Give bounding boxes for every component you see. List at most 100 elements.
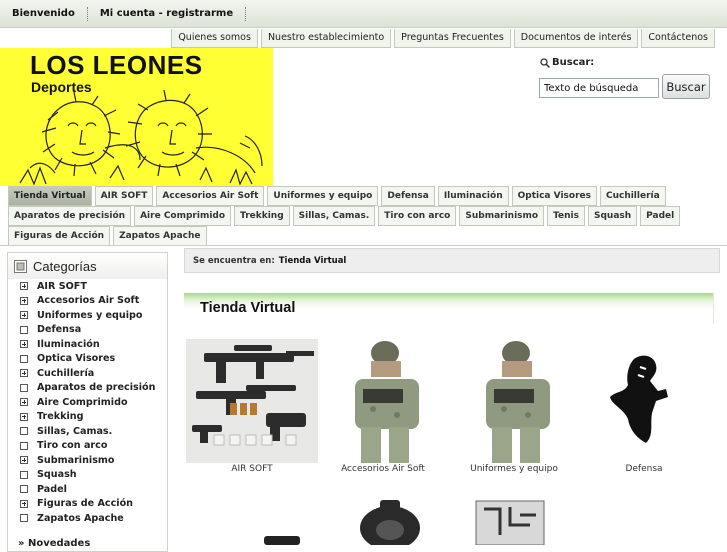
breadcrumb-current[interactable]: Tienda Virtual: [279, 256, 347, 266]
category-item[interactable]: Trekking: [20, 410, 167, 425]
nav-documentos[interactable]: Documentos de interés: [513, 29, 639, 48]
category-item[interactable]: Aparatos de precisión: [20, 381, 167, 396]
logo-title: LOS LEONES: [30, 50, 203, 80]
tab-tenis[interactable]: Tenis: [547, 206, 585, 226]
airsoft-guns-image: [186, 339, 318, 463]
sidebar-header: Categorías: [8, 253, 167, 279]
category-item[interactable]: Uniformes y equipo: [20, 308, 167, 323]
category-item[interactable]: AIR SOFT: [20, 279, 167, 294]
category-item[interactable]: Optica Visores: [20, 352, 167, 367]
bullet-box-icon: [20, 427, 28, 436]
search-label: Buscar:: [540, 57, 594, 68]
expand-icon[interactable]: [20, 398, 28, 407]
bullet-box-icon: [20, 441, 28, 450]
tab-padel[interactable]: Padel: [640, 206, 681, 226]
nav-faq[interactable]: Preguntas Frecuentes: [394, 29, 511, 48]
expand-icon[interactable]: [20, 296, 28, 305]
tab-trekking[interactable]: Trekking: [234, 206, 290, 226]
account-link[interactable]: Mi cuenta - registrarme: [88, 6, 245, 22]
category-item[interactable]: Cuchillería: [20, 366, 167, 381]
category-label: Zapatos Apache: [37, 512, 124, 524]
tab-optica-visores[interactable]: Optica Visores: [511, 186, 597, 206]
tab-tienda-virtual[interactable]: Tienda Virtual: [8, 186, 92, 206]
nav-contactenos[interactable]: Contáctenos: [641, 29, 715, 48]
expand-icon[interactable]: [20, 499, 28, 508]
chevron-right-icon: »: [18, 538, 25, 549]
category-item[interactable]: Figuras de Acción: [20, 497, 167, 512]
nav-establecimiento[interactable]: Nuestro establecimiento: [260, 29, 392, 48]
category-item[interactable]: Zapatos Apache: [20, 511, 167, 526]
logo-subtitle: Deportes: [31, 79, 92, 95]
page-heading: Tienda Virtual: [184, 293, 714, 324]
category-label: Aire Comprimido: [37, 396, 128, 408]
category-item[interactable]: Padel: [20, 482, 167, 497]
category-item[interactable]: Sillas, Camas.: [20, 424, 167, 439]
header-divider: [0, 245, 727, 246]
product-air-soft[interactable]: AIR SOFT: [186, 339, 318, 477]
product-defensa[interactable]: Defensa: [594, 339, 694, 477]
search-icon: [540, 57, 550, 68]
product-caption[interactable]: Defensa: [625, 464, 662, 474]
precision-device-image: [475, 500, 545, 545]
bullet-box-icon: [20, 485, 28, 494]
tab-submarinismo[interactable]: Submarinismo: [459, 206, 545, 226]
product-uniformes[interactable]: Uniformes y equipo: [464, 339, 564, 477]
category-item[interactable]: Accesorios Air Soft: [20, 294, 167, 309]
category-item[interactable]: Aire Comprimido: [20, 395, 167, 410]
welcome-link[interactable]: Bienvenido: [0, 6, 87, 22]
tab-figuras-accion[interactable]: Figuras de Acción: [8, 226, 111, 246]
category-icon: [14, 259, 27, 273]
expand-icon[interactable]: [20, 282, 28, 291]
category-item[interactable]: Defensa: [20, 323, 167, 338]
category-item[interactable]: Tiro con arco: [20, 439, 167, 454]
product-caption[interactable]: AIR SOFT: [231, 464, 272, 474]
sidebar-title: Categorías: [33, 258, 97, 274]
search-input[interactable]: [539, 78, 659, 98]
novedades-link[interactable]: » Novedades: [18, 538, 90, 549]
novedades-label: Novedades: [27, 538, 91, 549]
site-logo[interactable]: LOS LEONES Deportes: [0, 48, 273, 186]
product-accesorios-air-soft[interactable]: Accesorios Air Soft: [333, 339, 433, 477]
product-caption[interactable]: Uniformes y equipo: [470, 464, 558, 474]
tab-defensa[interactable]: Defensa: [381, 186, 435, 206]
category-label: Submarinismo: [37, 454, 115, 466]
tab-air-soft[interactable]: AIR SOFT: [94, 186, 154, 206]
search-label-text: Buscar:: [552, 57, 595, 68]
tab-cuchilleria[interactable]: Cuchillería: [599, 186, 666, 206]
breadcrumb-label: Se encuentra en:: [193, 255, 275, 266]
category-item[interactable]: Iluminación: [20, 337, 167, 352]
expand-icon[interactable]: [20, 412, 28, 421]
secondary-nav: Quienes somos Nuestro establecimiento Pr…: [168, 29, 715, 48]
category-item[interactable]: Submarinismo: [20, 453, 167, 468]
categories-sidebar: Categorías AIR SOFT Accesorios Air Soft Un…: [7, 252, 168, 552]
bullet-box-icon: [20, 383, 28, 392]
bullet-box-icon: [20, 514, 28, 523]
expand-icon[interactable]: [20, 456, 28, 465]
soldier-image: [333, 339, 433, 463]
tab-accesorios-air-soft[interactable]: Accesorios Air Soft: [156, 186, 265, 206]
tab-tiro-con-arco[interactable]: Tiro con arco: [378, 206, 457, 226]
category-label: Figuras de Acción: [37, 498, 134, 510]
category-label: Aparatos de precisión: [37, 382, 156, 394]
expand-icon[interactable]: [20, 311, 28, 320]
tab-aparatos-precision[interactable]: Aparatos de precisión: [8, 206, 132, 226]
tab-squash[interactable]: Squash: [587, 206, 638, 226]
product-caption[interactable]: Accesorios Air Soft: [341, 464, 425, 474]
tab-zapatos-apache[interactable]: Zapatos Apache: [113, 226, 207, 246]
tab-sillas-camas[interactable]: Sillas, Camas.: [292, 206, 376, 226]
tab-aire-comprimido[interactable]: Aire Comprimido: [134, 206, 232, 226]
breadcrumb: Se encuentra en: Tienda Virtual: [184, 248, 720, 273]
top-bar: Bienvenido Mi cuenta - registrarme: [0, 0, 727, 28]
category-item[interactable]: Squash: [20, 468, 167, 483]
top-separator: [245, 6, 247, 21]
bullet-box-icon: [20, 354, 28, 363]
nav-quienes-somos[interactable]: Quienes somos: [171, 29, 258, 48]
category-label: Iluminación: [37, 338, 100, 350]
expand-icon[interactable]: [20, 369, 28, 378]
expand-icon[interactable]: [20, 340, 28, 349]
tab-uniformes[interactable]: Uniformes y equipo: [267, 186, 379, 206]
category-label: Tiro con arco: [37, 440, 108, 452]
tab-iluminacion[interactable]: Iluminación: [437, 186, 509, 206]
search-button[interactable]: Buscar: [662, 74, 710, 99]
flashlight-image: [264, 536, 300, 545]
